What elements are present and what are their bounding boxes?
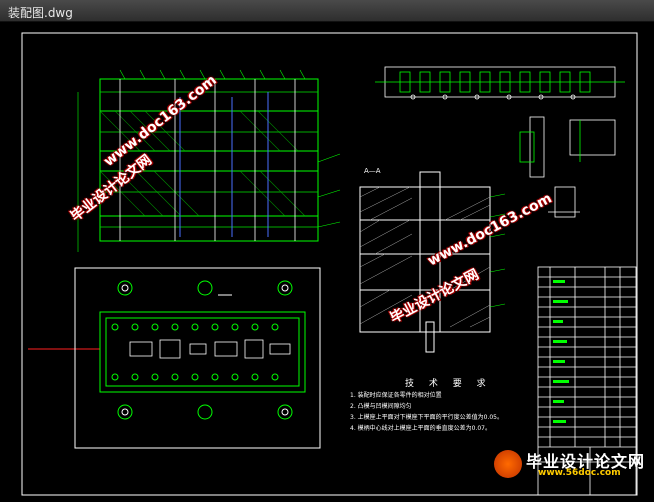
- drawing-canvas[interactable]: A—A 技 术 要 求 1. 装配时应保证各零件的相对位置 2. 凸模与凹模间隙…: [0, 22, 654, 502]
- site-brand: 毕业设计论文网 www.56doc.com: [486, 448, 654, 480]
- window-titlebar: 装配图.dwg: [0, 0, 654, 22]
- cad-drawing: [21, 32, 638, 496]
- section-label: A—A: [364, 167, 381, 175]
- requirement-3: 3. 上模座上平面对下模座下平面的平行度公差值为0.05。: [350, 414, 503, 421]
- requirement-4: 4. 模柄中心线对上模座上平面的垂直度公差为0.07。: [350, 425, 491, 432]
- brand-url: www.56doc.com: [538, 468, 621, 478]
- requirement-1: 1. 装配时应保证各零件的相对位置: [350, 392, 442, 399]
- requirement-2: 2. 凸模与凹模间隙均匀: [350, 403, 412, 410]
- window-title: 装配图.dwg: [8, 6, 73, 20]
- brand-logo-icon: [494, 450, 522, 478]
- tech-requirements-title: 技 术 要 求: [405, 379, 492, 389]
